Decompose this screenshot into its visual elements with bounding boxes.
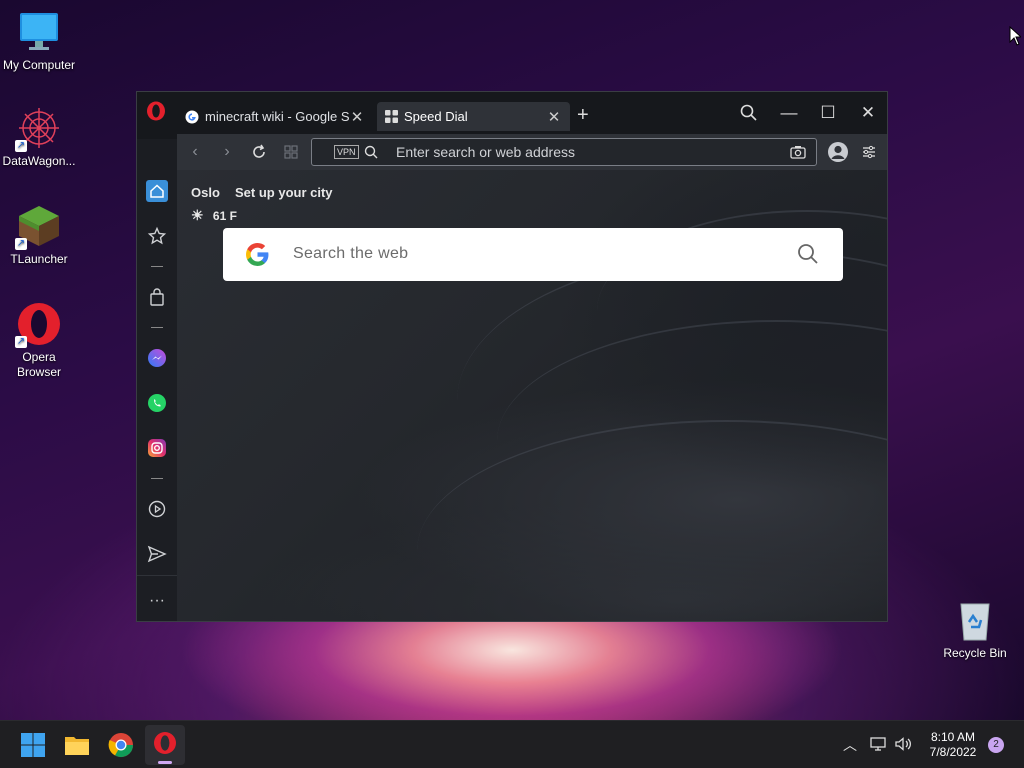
desktop-icon-label: My Computer [2,58,76,72]
shortcut-arrow-icon: ↗ [15,336,27,348]
tab-bar: minecraft wiki - Google Search ✕ Speed D… [137,92,887,139]
speed-dial-page: Oslo Set up your city ☀ 61 F Search the … [177,170,887,621]
weather-city[interactable]: Oslo [191,185,220,200]
time: 8:10 AM [930,730,976,744]
date: 7/8/2022 [929,745,977,759]
file-explorer-icon[interactable] [63,731,91,759]
search-placeholder: Search the web [293,245,409,262]
weather-widget: ☀ 61 F [191,207,237,224]
vpn-badge[interactable]: VPN [334,145,359,159]
close-window-icon[interactable]: ✕ [856,102,880,124]
bookmarks-icon[interactable] [146,225,168,247]
reload-icon[interactable] [249,142,269,162]
shortcut-arrow-icon: ↗ [15,140,27,152]
instagram-icon[interactable] [146,437,168,459]
address-bar[interactable]: VPN [311,138,817,166]
sidebar-divider [151,266,163,267]
desktop-icon-my-computer[interactable]: My Computer [0,10,78,73]
profile-avatar-icon[interactable] [827,141,849,163]
sidebar-divider [151,478,163,479]
recycle-bin-icon [953,598,997,642]
address-toolbar: ‹ › VPN [177,134,887,170]
close-tab-icon[interactable]: ✕ [349,108,365,126]
opera-taskbar-button[interactable] [145,725,185,765]
tab-minecraft-wiki[interactable]: minecraft wiki - Google Search ✕ [177,102,373,131]
monitor-icon [17,10,61,54]
chrome-icon[interactable] [107,731,135,759]
minimize-icon[interactable]: — [777,102,801,124]
notification-badge[interactable]: 2 [988,737,1004,753]
maximize-icon[interactable]: ☐ [816,102,840,124]
player-icon[interactable] [146,498,168,520]
back-icon[interactable]: ‹ [185,142,205,162]
google-icon [185,110,199,123]
network-icon[interactable] [869,735,887,753]
snapshot-camera-icon[interactable] [790,145,806,159]
shopping-bag-icon[interactable] [146,286,168,308]
home-icon[interactable] [146,180,168,202]
send-icon[interactable] [146,543,168,565]
desktop-icon-label: Recycle Bin [943,646,1007,660]
new-tab-icon[interactable]: + [577,104,589,127]
opera-icon [154,732,176,754]
mandala-icon: ↗ [15,106,61,152]
mouse-cursor-icon [1009,26,1021,46]
clock[interactable]: 8:10 AM 7/8/2022 [918,730,988,760]
search-icon[interactable] [797,243,819,265]
desktop-icon-datawagon[interactable]: ↗ DataWagon... [0,106,78,169]
desktop-icon-label: DataWagon... [2,154,76,168]
temperature: 61 F [212,209,237,223]
tab-speed-dial[interactable]: Speed Dial ✕ [377,102,570,131]
opera-icon: ↗ [15,302,61,348]
desktop-icon-recycle-bin[interactable]: Recycle Bin [936,598,1014,661]
desktop-icon-label: Opera Browser [16,350,61,379]
opera-sidebar: ··· [137,170,178,621]
active-indicator [158,761,172,764]
desktop-icon-label: TLauncher [10,252,68,266]
sidebar-divider [151,327,163,328]
whatsapp-icon[interactable] [146,392,168,414]
forward-icon[interactable]: › [217,142,237,162]
desktop-icon-tlauncher[interactable]: ↗ TLauncher [0,204,78,267]
start-menu-icon[interactable] [19,731,47,759]
speed-dial-icon [385,110,398,123]
google-search-box[interactable]: Search the web [223,228,843,281]
grass-block-icon: ↗ [15,204,61,250]
more-icon[interactable]: ··· [146,590,168,612]
easy-setup-icon[interactable] [861,144,877,160]
tab-label: Speed Dial [404,109,468,124]
opera-browser-window: minecraft wiki - Google Search ✕ Speed D… [136,91,888,622]
tab-label: minecraft wiki - Google Search [205,109,349,124]
speed-dial-grid-icon[interactable] [281,142,301,162]
search-tabs-icon[interactable] [737,102,761,124]
taskbar: ︿ 8:10 AM 7/8/2022 2 [0,720,1024,768]
setup-city-link[interactable]: Set up your city [235,185,333,200]
volume-icon[interactable] [894,735,912,753]
sun-icon: ☀ [191,207,204,223]
shortcut-arrow-icon: ↗ [15,238,27,250]
search-icon [364,145,378,159]
address-input[interactable] [396,143,776,161]
google-logo-icon [246,243,269,266]
show-hidden-icons-icon[interactable]: ︿ [843,735,857,755]
close-tab-icon[interactable]: ✕ [546,108,562,126]
sidebar-bottom-divider [137,575,177,576]
opera-menu-icon[interactable] [146,101,166,121]
messenger-icon[interactable] [146,347,168,369]
desktop-icon-opera[interactable]: ↗ Opera Browser [0,302,78,380]
